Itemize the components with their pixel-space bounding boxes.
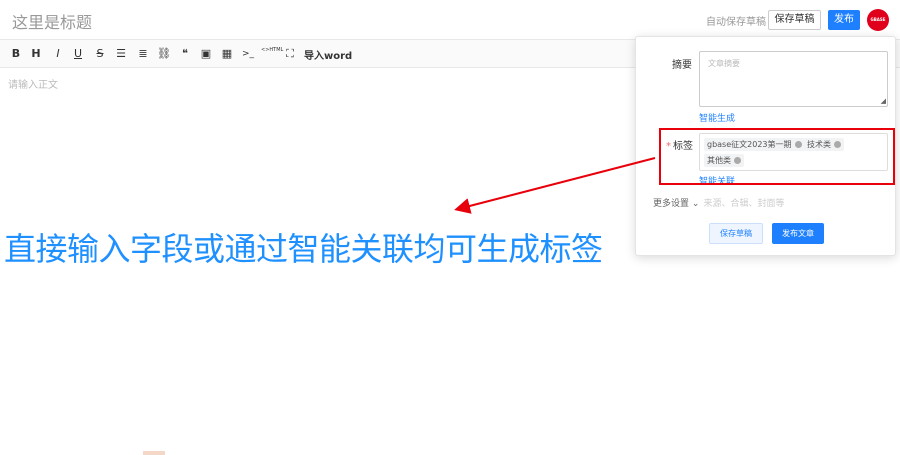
strikethrough-icon[interactable]: S [92,46,108,62]
summary-textarea[interactable]: 文章摘要 ◢ [699,51,888,107]
bottom-accent [143,451,165,455]
save-draft-button[interactable]: 保存草稿 [709,223,763,244]
publish-button-header[interactable]: 发布 [828,10,860,30]
italic-icon[interactable]: I [50,46,66,62]
chevron-down-icon: ⌄ [691,199,700,209]
table-icon[interactable]: ▦ [219,46,235,62]
editor-body[interactable]: 请输入正文 [8,76,58,91]
more-settings-label: 更多设置 [653,199,690,209]
more-settings-hint: 来源、合辑、封面等 [703,199,785,209]
ordered-list-icon[interactable]: ≣ [135,46,151,62]
tags-highlight-box [659,128,895,185]
html-icon[interactable]: <>HTML [261,47,283,63]
top-bar: 这里是标题 自动保存草稿 保存草稿 发布 GBASE [0,0,900,40]
publish-article-button[interactable]: 发布文章 [772,223,824,244]
summary-label: 摘要 [672,60,692,71]
link-icon[interactable]: ⛓ [156,46,172,62]
underline-icon[interactable]: U [70,46,86,62]
annotation-caption: 直接输入字段或通过智能关联均可生成标签 [4,230,603,268]
heading-icon[interactable]: H [28,46,44,62]
unordered-list-icon[interactable]: ☰ [113,46,129,62]
bold-icon[interactable]: B [8,46,24,62]
import-word-button[interactable]: 导入word [304,47,352,62]
title-input[interactable]: 这里是标题 [12,9,92,33]
save-draft-button-header[interactable]: 保存草稿 [768,10,821,30]
quote-icon[interactable]: ❝ [177,46,193,62]
image-icon[interactable]: ▣ [198,46,214,62]
code-icon[interactable]: >_ [240,46,256,62]
smart-generate-link[interactable]: 智能生成 [699,111,735,124]
summary-placeholder: 文章摘要 [708,59,740,68]
fullscreen-icon[interactable]: ⛶ [282,46,298,62]
resize-handle-icon[interactable]: ◢ [881,98,886,105]
more-settings-toggle[interactable]: 更多设置 ⌄ 来源、合辑、封面等 [653,196,784,209]
avatar[interactable]: GBASE [867,9,889,31]
autosave-status: 自动保存草稿 [706,17,766,28]
